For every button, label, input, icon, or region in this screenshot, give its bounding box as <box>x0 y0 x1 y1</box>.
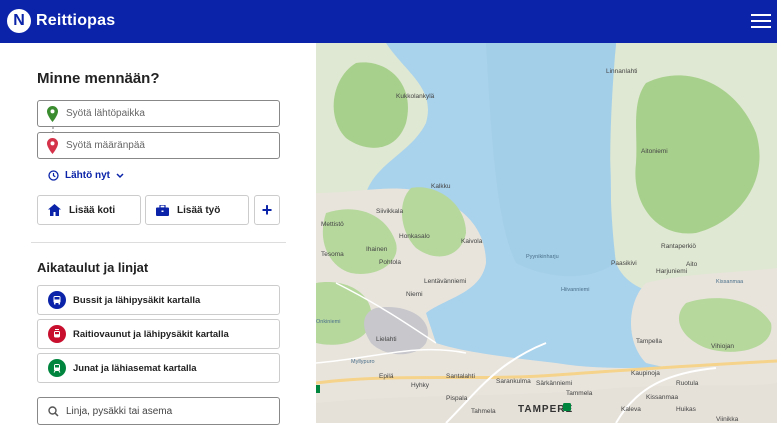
origin-input[interactable]: Syötä lähtöpaikka <box>37 100 280 127</box>
map-place-label: Epilä <box>379 373 394 380</box>
stop-search-input[interactable]: Linja, pysäkki tai asema <box>37 397 280 425</box>
search-icon <box>48 406 59 417</box>
map-place-label: Tesoma <box>321 251 344 258</box>
map-minor-label: Kissanmaa <box>716 279 744 285</box>
destination-input[interactable]: Syötä määränpää <box>37 132 280 159</box>
train-map-label: Junat ja lähiasemat kartalla <box>73 362 197 374</box>
map-place-label: Tampella <box>636 338 662 345</box>
tram-map-label: Raitiovaunut ja lähipysäkit kartalla <box>73 328 229 340</box>
map-minor-label: Myllypuro <box>351 359 375 365</box>
section-divider <box>31 242 286 243</box>
map-place-label: Aitoniemi <box>641 148 668 155</box>
add-home-label: Lisää koti <box>69 204 116 216</box>
bus-map-link[interactable]: Bussit ja lähipysäkit kartalla <box>37 285 280 315</box>
briefcase-icon <box>156 204 169 216</box>
departure-time-label: Lähtö nyt <box>65 170 110 181</box>
top-bar: N Reittiopas <box>0 0 777 43</box>
map-view[interactable]: Kukkolankylä Linnanlahti Aitoniemi Kalkku Si… <box>316 43 777 423</box>
origin-pin-icon <box>47 106 58 122</box>
map-place-label: Vihiojan <box>711 343 734 350</box>
map-place-label: Pispala <box>446 395 468 402</box>
train-map-link[interactable]: Junat ja lähiasemat kartalla <box>37 353 280 383</box>
map-place-label: Hyhky <box>411 382 430 389</box>
map-place-label: Honkasalo <box>399 233 430 240</box>
timetables-heading: Aikataulut ja linjat <box>37 260 149 275</box>
tram-map-link[interactable]: Raitiovaunut ja lähipysäkit kartalla <box>37 319 280 349</box>
add-work-label: Lisää työ <box>177 204 221 216</box>
map-place-label: Harjuniemi <box>656 268 687 275</box>
origin-placeholder: Syötä lähtöpaikka <box>66 108 145 119</box>
map-place-label: Rantaperkiö <box>661 243 696 250</box>
home-icon <box>48 204 61 216</box>
map-place-label: Niemi <box>406 291 423 298</box>
map-place-label: Kissanmaa <box>646 394 679 401</box>
map-place-label: Lielahti <box>376 336 397 343</box>
map-place-label: Sarankulma <box>496 378 531 385</box>
map-place-label: Kalkku <box>431 183 451 190</box>
map-place-label: Aito <box>686 261 698 268</box>
map-place-label: Kaupinoja <box>631 370 660 377</box>
map-place-label: Huikas <box>676 406 697 413</box>
map-place-label: Paasikivi <box>611 260 637 267</box>
train-station-marker-west[interactable] <box>316 385 320 393</box>
chevron-down-icon <box>116 172 124 178</box>
map-place-label: Tahmela <box>471 408 496 415</box>
map-minor-label: Onkiniemi <box>316 319 340 325</box>
map-place-label: Kukkolankylä <box>396 93 435 100</box>
map-place-label: Siivikkala <box>376 208 403 215</box>
tram-icon <box>48 325 66 343</box>
bus-icon <box>48 291 66 309</box>
train-station-marker[interactable] <box>563 403 571 411</box>
map-place-label: Viinikka <box>716 416 739 423</box>
map-place-label: Ihainen <box>366 246 388 253</box>
hamburger-menu-icon[interactable] <box>751 14 771 28</box>
bus-map-label: Bussit ja lähipysäkit kartalla <box>73 294 201 306</box>
map-place-label: Mettistö <box>321 221 344 228</box>
logo-letter: N <box>13 12 25 29</box>
search-panel: Minne mennään? Syötä lähtöpaikka Syötä m… <box>0 43 316 425</box>
train-icon <box>48 359 66 377</box>
clock-icon <box>48 170 59 181</box>
map-place-label: Kaleva <box>621 406 641 413</box>
app-logo[interactable]: N <box>7 9 31 33</box>
map-place-label: Kaivola <box>461 238 483 245</box>
departure-time-selector[interactable]: Lähtö nyt <box>48 170 124 181</box>
add-home-button[interactable]: Lisää koti <box>37 195 141 225</box>
add-favourite-button[interactable]: + <box>254 195 280 225</box>
map-place-label: Lentävänniemi <box>424 278 466 285</box>
destination-placeholder: Syötä määränpää <box>66 140 145 151</box>
map-place-label: Särkänniemi <box>536 380 572 387</box>
map-place-label: Ruotula <box>676 380 699 387</box>
destination-pin-icon <box>47 138 58 154</box>
map-place-label: Pohtola <box>379 259 401 266</box>
map-place-label: Santalahti <box>446 373 475 380</box>
map-minor-label: Hiivanniemi <box>561 287 589 293</box>
search-heading: Minne mennään? <box>37 70 160 87</box>
map-canvas[interactable]: Kukkolankylä Linnanlahti Aitoniemi Kalkku Si… <box>316 43 777 423</box>
stop-search-placeholder: Linja, pysäkki tai asema <box>66 405 173 417</box>
map-minor-label: Pyynikinharju <box>526 254 559 260</box>
map-place-label: Linnanlahti <box>606 68 637 75</box>
map-place-label: Tammela <box>566 390 593 397</box>
add-work-button[interactable]: Lisää työ <box>145 195 249 225</box>
app-title: Reittiopas <box>36 12 116 29</box>
